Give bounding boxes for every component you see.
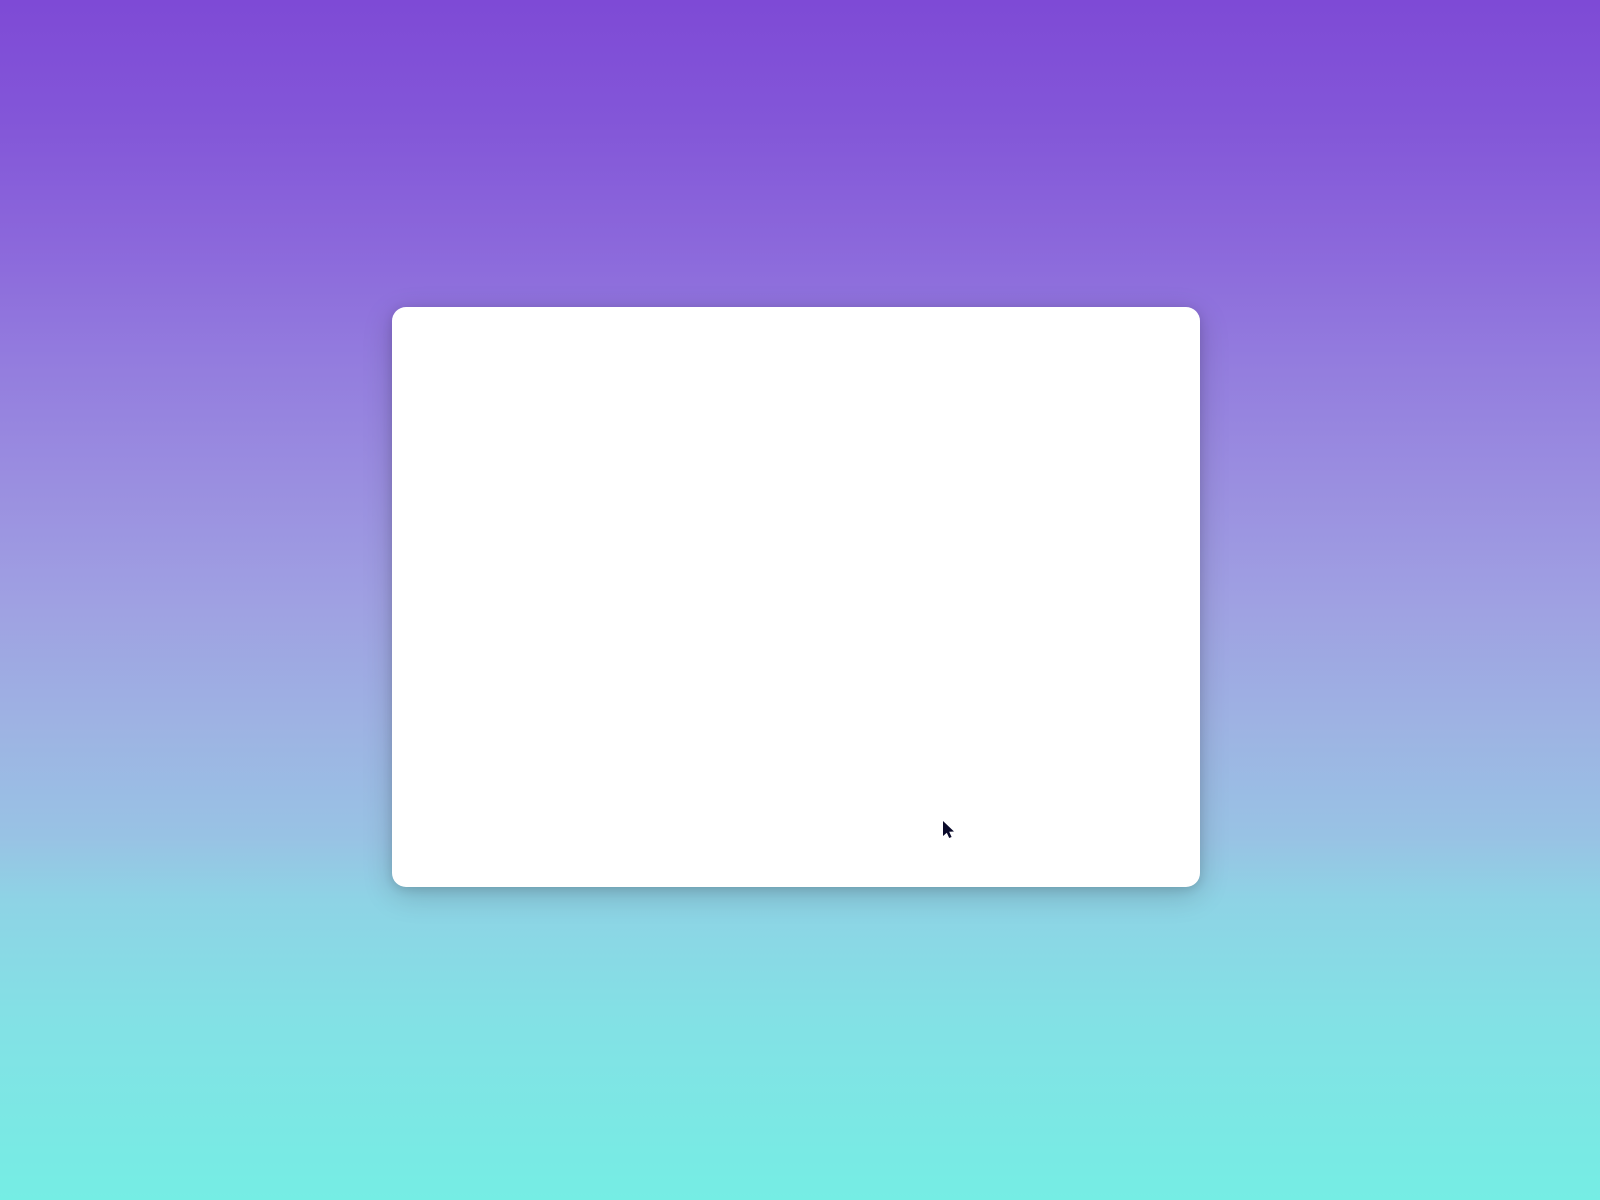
blank-card: [392, 307, 1200, 887]
